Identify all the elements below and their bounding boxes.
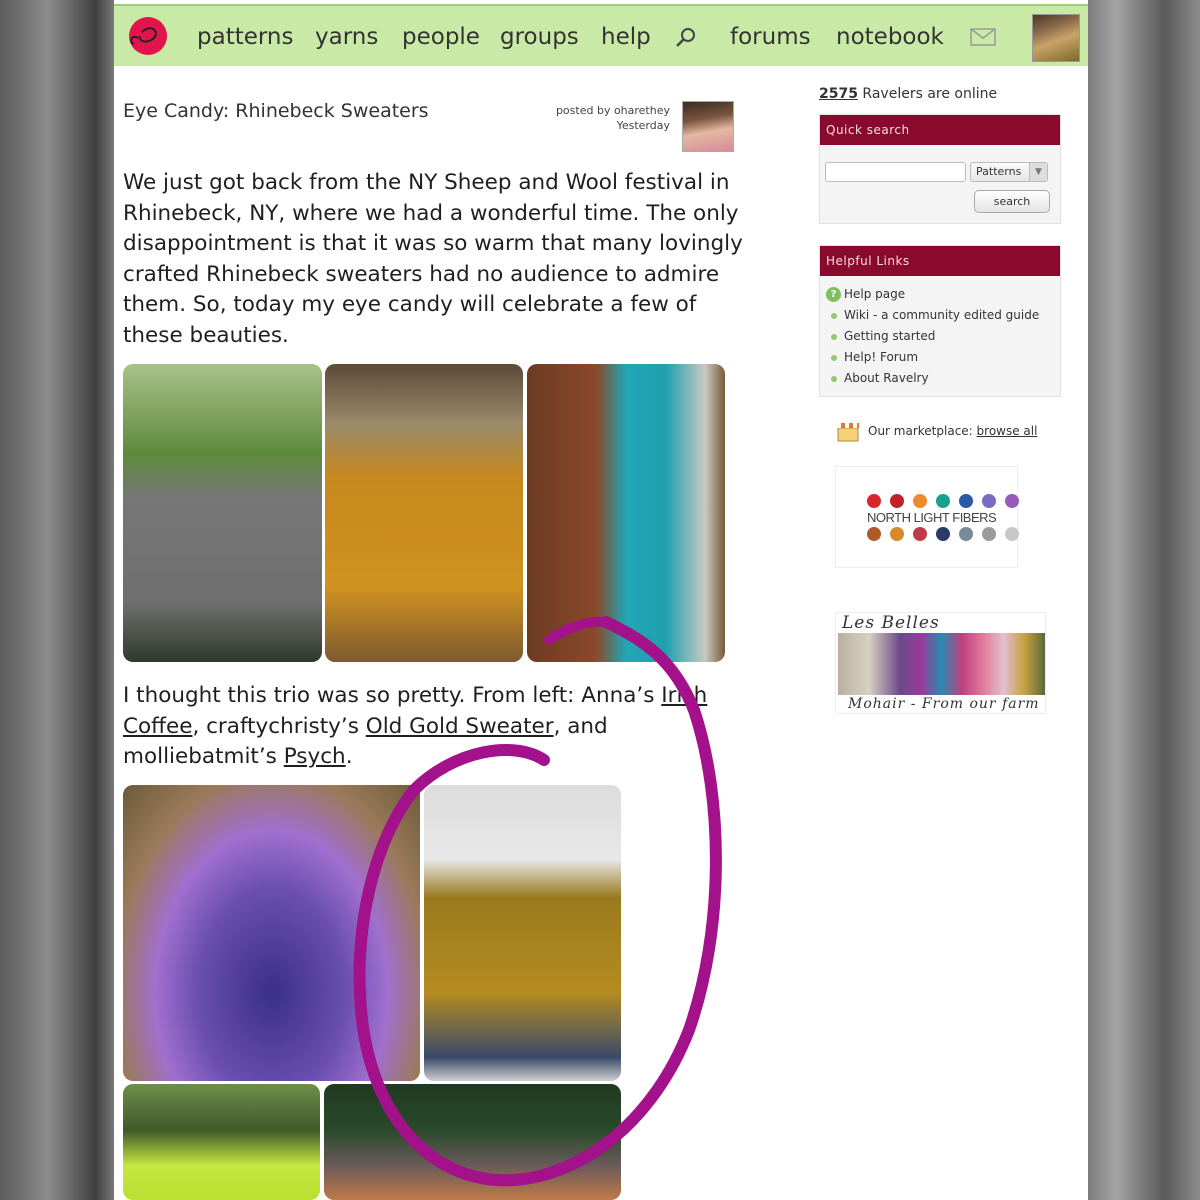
helpful-links-title: Helpful Links (820, 246, 1060, 276)
p2-text-4: . (345, 744, 353, 769)
user-avatar[interactable] (1032, 14, 1080, 62)
helpful-link-label: About Ravelry (844, 371, 929, 385)
ad-image-yarns (838, 633, 1045, 695)
ad-color-dot (982, 527, 996, 541)
search-icon[interactable] (674, 26, 698, 50)
photo-mustard-cardigan[interactable] (424, 785, 621, 1081)
nav-groups[interactable]: groups (500, 24, 579, 50)
ad-footer: Mohair - From our farm (848, 696, 1040, 712)
helpful-link-about[interactable]: About Ravelry (828, 368, 1060, 389)
article-paragraph-2: I thought this trio was so pretty. From … (123, 681, 753, 773)
quick-search-box: Quick search Patterns ▼ search (819, 114, 1061, 224)
ravelry-logo-icon[interactable] (124, 14, 168, 58)
helpful-link-label: Help! Forum (844, 350, 919, 364)
ad-color-dots-top (867, 494, 1027, 508)
photo-purple-shawl[interactable] (123, 785, 420, 1081)
helpful-link-help-page[interactable]: ? Help page (826, 284, 1060, 305)
article-title: Eye Candy: Rhinebeck Sweaters (123, 100, 429, 122)
nav-notebook[interactable]: notebook (836, 24, 944, 50)
chevron-down-icon: ▼ (1029, 163, 1047, 181)
article-paragraph-1: We just got back from the NY Sheep and W… (123, 170, 743, 348)
bullet-icon (831, 313, 837, 319)
top-navigation: patterns yarns people groups help forums… (114, 4, 1088, 66)
helpful-link-label: Wiki - a community edited guide (844, 308, 1040, 322)
ad-color-dot (890, 527, 904, 541)
bullet-icon (831, 376, 837, 382)
ad-color-dots-bottom (867, 527, 1027, 541)
bullet-icon (831, 334, 837, 340)
helpful-link-label: Help page (844, 287, 906, 301)
posted-by: posted by oharethey Yesterday (494, 103, 670, 133)
ad-color-dot (959, 494, 973, 508)
link-old-gold-sweater[interactable]: Old Gold Sweater (366, 714, 554, 739)
helpful-links-list: ? Help page Wiki - a community edited gui… (820, 276, 1060, 389)
page: patterns yarns people groups help forums… (114, 0, 1088, 1200)
link-psych[interactable]: Psych (284, 744, 346, 769)
ad-north-light-fibers[interactable]: NORTH LIGHT FIBERS (835, 466, 1019, 568)
quick-search-title: Quick search (820, 115, 1060, 145)
photo-striped-sweater[interactable] (324, 1084, 621, 1200)
ad-color-dot (890, 494, 904, 508)
nav-forums[interactable]: forums (730, 24, 811, 50)
ad-color-dot (936, 527, 950, 541)
mail-icon[interactable] (970, 28, 996, 46)
p2-text-2: , craftychristy’s (192, 713, 366, 739)
posted-time: Yesterday (616, 119, 670, 132)
photo-grey-sweater[interactable] (123, 364, 322, 662)
ad-color-dot (913, 527, 927, 541)
ad-color-dot (982, 494, 996, 508)
photo-gold-sweater[interactable] (325, 364, 523, 662)
ad-color-dot (959, 527, 973, 541)
nav-help[interactable]: help (601, 24, 651, 50)
quick-search-type-select[interactable]: Patterns ▼ (970, 162, 1048, 182)
posted-by-author[interactable]: posted by oharethey (494, 103, 670, 118)
photo-lime-sweater[interactable] (123, 1084, 320, 1200)
ad-color-dot (867, 527, 881, 541)
ad-color-dot (867, 494, 881, 508)
nav-people[interactable]: people (402, 24, 480, 50)
helpful-links-box: Helpful Links ? Help page Wiki - a commun… (819, 245, 1061, 397)
p2-text-1: I thought this trio was so pretty. From … (123, 683, 662, 708)
helpful-link-wiki[interactable]: Wiki - a community edited guide (828, 305, 1060, 326)
ad-color-dot (936, 494, 950, 508)
bullet-icon (831, 355, 837, 361)
ad-color-dot (1005, 494, 1019, 508)
photo-teal-sweater[interactable] (527, 364, 725, 662)
quick-search-input[interactable] (825, 162, 966, 182)
online-text: Ravelers are online (857, 86, 998, 102)
poster-avatar[interactable] (682, 101, 734, 152)
helpful-link-label: Getting started (844, 329, 936, 343)
online-count: 2575 Ravelers are online (819, 86, 1079, 102)
marketplace-text: Our marketplace: (868, 424, 977, 438)
nav-patterns[interactable]: patterns (197, 24, 294, 50)
help-icon: ? (826, 287, 841, 302)
quick-search-type-value: Patterns (976, 165, 1022, 178)
marketplace-browse-all-link[interactable]: browse all (977, 424, 1038, 438)
ad-les-belles-bouclettes[interactable]: Les Belles Bouclettes Mohair - From our … (835, 612, 1046, 714)
nav-yarns[interactable]: yarns (315, 24, 378, 50)
ad-color-dot (1005, 527, 1019, 541)
helpful-link-getting-started[interactable]: Getting started (828, 326, 1060, 347)
quick-search-button[interactable]: search (974, 190, 1050, 213)
ad-north-light-text: NORTH LIGHT FIBERS (867, 510, 997, 525)
helpful-link-help-forum[interactable]: Help! Forum (828, 347, 1060, 368)
ad-color-dot (913, 494, 927, 508)
shop-icon (837, 423, 859, 442)
online-number[interactable]: 2575 (819, 86, 858, 102)
marketplace-line: Our marketplace: browse all (836, 420, 1037, 442)
